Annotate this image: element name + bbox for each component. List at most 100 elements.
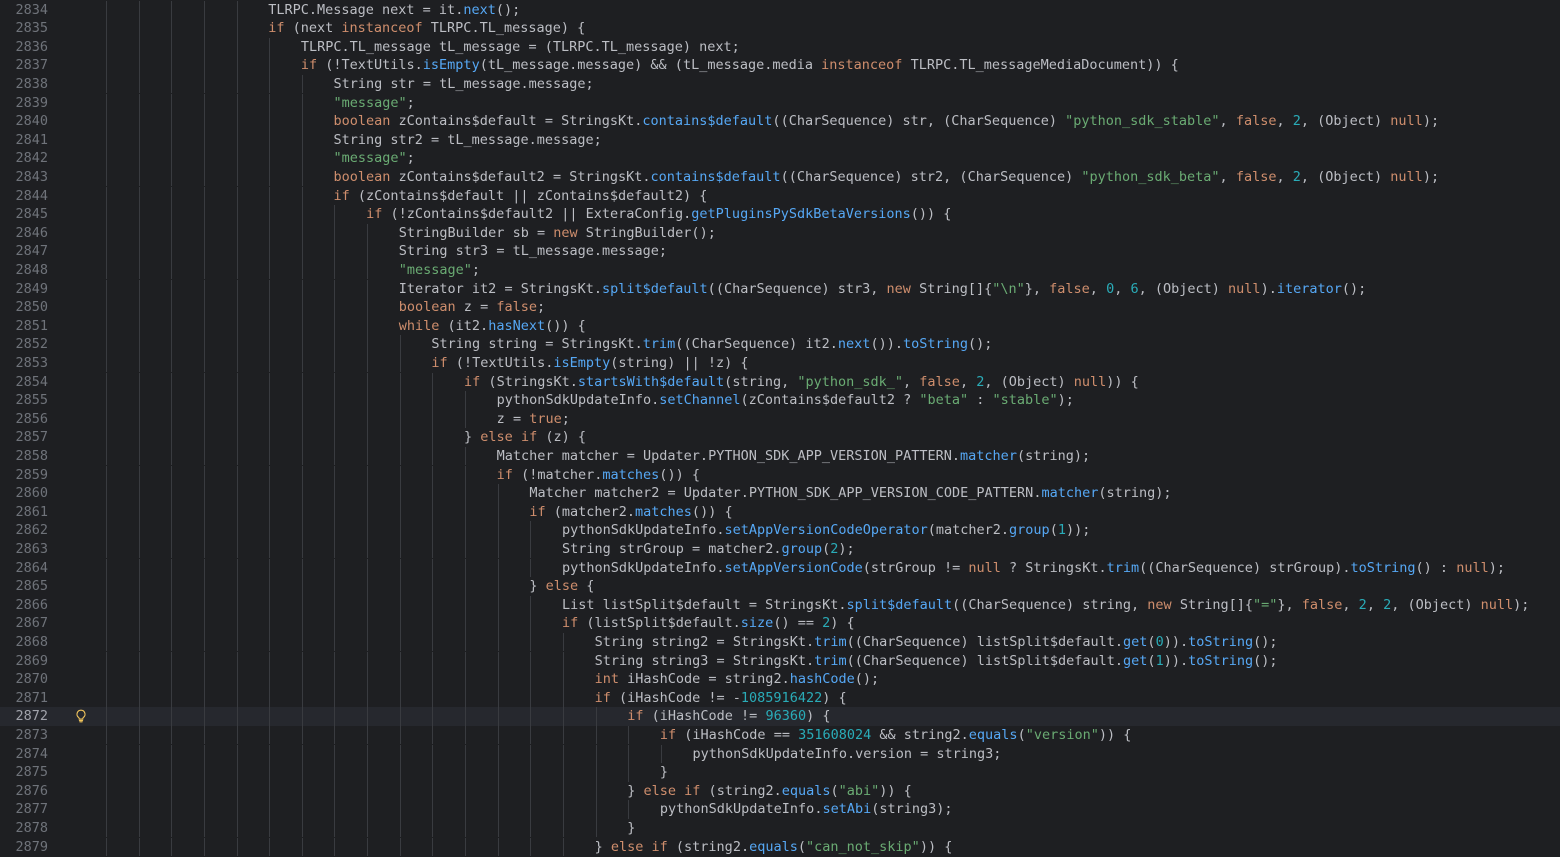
code-text[interactable]: } else if (string2.equals("can_not_skip"… [595, 838, 953, 857]
code-text[interactable]: boolean zContains$default = StringsKt.co… [333, 112, 1439, 131]
code-text[interactable]: if (StringsKt.startsWith$default(string,… [464, 373, 1139, 392]
code-text[interactable]: } else { [529, 577, 594, 596]
code-text[interactable]: z = true; [497, 410, 570, 429]
line-number[interactable]: 2842 [0, 149, 48, 168]
code-line[interactable]: 2855 pythonSdkUpdateInfo.setChannel(zCont… [0, 391, 1560, 410]
code-line[interactable]: 2854 if (StringsKt.startsWith$default(str… [0, 372, 1560, 392]
line-number[interactable]: 2848 [0, 261, 48, 280]
line-number[interactable]: 2840 [0, 112, 48, 131]
code-text[interactable]: String string3 = StringsKt.trim((CharSeq… [595, 652, 1278, 671]
code-line[interactable]: 2834 TLRPC.Message next = it.next(); [0, 0, 1560, 20]
line-number[interactable]: 2878 [0, 819, 48, 838]
line-number[interactable]: 2843 [0, 168, 48, 187]
code-line[interactable]: 2848 "message"; [0, 260, 1560, 280]
code-text[interactable]: if (listSplit$default.size() == 2) { [562, 614, 855, 633]
line-number[interactable]: 2856 [0, 410, 48, 429]
line-number[interactable]: 2870 [0, 670, 48, 689]
code-line[interactable]: 2861 if (matcher2.matches()) { [0, 502, 1560, 522]
code-text[interactable]: if (matcher2.matches()) { [529, 503, 732, 522]
code-line[interactable]: 2847 String str3 = tL_message.message; [0, 242, 1560, 261]
line-number[interactable]: 2836 [0, 38, 48, 57]
code-line[interactable]: 2836 TLRPC.TL_message tL_message = (TLRPC… [0, 37, 1560, 57]
code-line[interactable]: 2873 if (iHashCode == 351608024 && string… [0, 725, 1560, 745]
code-line[interactable]: 2846 StringBuilder sb = new StringBuilder… [0, 223, 1560, 243]
line-number[interactable]: 2855 [0, 391, 48, 410]
code-text[interactable]: } else if (z) { [464, 428, 586, 447]
code-text[interactable]: boolean z = false; [399, 298, 545, 317]
code-line[interactable]: 2863 String strGroup = matcher2.group(2); [0, 539, 1560, 559]
code-text[interactable]: Matcher matcher = Updater.PYTHON_SDK_APP… [497, 447, 1090, 466]
code-line[interactable]: 2876} else if (string2.equals("abi")) { [0, 781, 1560, 801]
code-text[interactable]: pythonSdkUpdateInfo.setChannel(zContains… [497, 391, 1074, 410]
line-number[interactable]: 2844 [0, 187, 48, 206]
line-number[interactable]: 2868 [0, 633, 48, 652]
code-line[interactable]: 2866 List listSplit$default = StringsKt.s… [0, 595, 1560, 615]
code-line[interactable]: 2837 if (!TextUtils.isEmpty(tL_message.me… [0, 56, 1560, 75]
line-number[interactable]: 2872 [0, 707, 48, 726]
code-line[interactable]: 2856 z = true; [0, 409, 1560, 429]
code-line[interactable]: 2872 if (iHashCode != 96360) { [0, 707, 1560, 726]
line-number[interactable]: 2871 [0, 689, 48, 708]
code-text[interactable]: String strGroup = matcher2.group(2); [562, 540, 855, 559]
code-text[interactable]: if (!zContains$default2 || ExteraConfig.… [366, 205, 951, 224]
lightbulb-icon[interactable] [74, 709, 88, 723]
line-number[interactable]: 2838 [0, 75, 48, 94]
line-number[interactable]: 2859 [0, 466, 48, 485]
line-number[interactable]: 2846 [0, 224, 48, 243]
code-line[interactable]: 2849 Iterator it2 = StringsKt.split$defau… [0, 279, 1560, 299]
line-number[interactable]: 2862 [0, 521, 48, 540]
code-text[interactable]: if (!TextUtils.isEmpty(string) || !z) { [431, 354, 748, 373]
code-line[interactable]: 2852 String string = StringsKt.trim((Char… [0, 335, 1560, 354]
line-number[interactable]: 2861 [0, 503, 48, 522]
line-number[interactable]: 2853 [0, 354, 48, 373]
line-number[interactable]: 2852 [0, 335, 48, 354]
code-line[interactable]: 2874 pythonSdkUpdateInfo.version = string… [0, 744, 1560, 764]
code-text[interactable]: Matcher matcher2 = Updater.PYTHON_SDK_AP… [529, 484, 1171, 503]
code-line[interactable]: 2869 String string3 = StringsKt.trim((Cha… [0, 651, 1560, 671]
code-line[interactable]: 2857} else if (z) { [0, 428, 1560, 447]
code-text[interactable]: List listSplit$default = StringsKt.split… [562, 596, 1529, 615]
line-number[interactable]: 2854 [0, 373, 48, 392]
code-text[interactable]: String string = StringsKt.trim((CharSequ… [431, 335, 992, 354]
line-number[interactable]: 2851 [0, 317, 48, 336]
code-text[interactable]: if (iHashCode != -1085916422) { [595, 689, 847, 708]
line-number[interactable]: 2864 [0, 559, 48, 578]
code-text[interactable]: pythonSdkUpdateInfo.setAppVersionCode(st… [562, 559, 1505, 578]
line-number[interactable]: 2877 [0, 800, 48, 819]
code-text[interactable]: pythonSdkUpdateInfo.version = string3; [693, 745, 1002, 764]
code-text[interactable]: } else if (string2.equals("abi")) { [627, 782, 912, 801]
line-number[interactable]: 2837 [0, 56, 48, 75]
code-text[interactable]: "message"; [333, 149, 414, 168]
code-text[interactable]: pythonSdkUpdateInfo.setAbi(string3); [660, 800, 953, 819]
code-text[interactable]: String str = tL_message.message; [333, 75, 593, 94]
code-line[interactable]: 2842 "message"; [0, 149, 1560, 168]
code-text[interactable]: if (iHashCode == 351608024 && string2.eq… [660, 726, 1132, 745]
code-line[interactable]: 2853 if (!TextUtils.isEmpty(string) || !z… [0, 353, 1560, 373]
code-line[interactable]: 2844 if (zContains$default || zContains$d… [0, 186, 1560, 206]
code-line[interactable]: 2879} else if (string2.equals("can_not_s… [0, 837, 1560, 857]
code-text[interactable]: if (next instanceof TLRPC.TL_message) { [268, 19, 585, 38]
code-line[interactable]: 2865 } else { [0, 577, 1560, 596]
code-line[interactable]: 2860 Matcher matcher2 = Updater.PYTHON_SD… [0, 484, 1560, 503]
line-number[interactable]: 2873 [0, 726, 48, 745]
line-number[interactable]: 2834 [0, 1, 48, 20]
code-line[interactable]: 2841 String str2 = tL_message.message; [0, 130, 1560, 150]
code-line[interactable]: 2851 while (it2.hasNext()) { [0, 316, 1560, 336]
line-number[interactable]: 2849 [0, 280, 48, 299]
code-text[interactable]: "message"; [333, 94, 414, 113]
line-number[interactable]: 2845 [0, 205, 48, 224]
line-number[interactable]: 2847 [0, 242, 48, 261]
code-text[interactable]: if (zContains$default || zContains$defau… [333, 187, 707, 206]
line-number[interactable]: 2874 [0, 745, 48, 764]
code-text[interactable]: pythonSdkUpdateInfo.setAppVersionCodeOpe… [562, 521, 1090, 540]
code-text[interactable]: "message"; [399, 261, 480, 280]
code-line[interactable]: 2877 pythonSdkUpdateInfo.setAbi(string3); [0, 800, 1560, 819]
code-line[interactable]: 2845 if (!zContains$default2 || ExteraCon… [0, 205, 1560, 224]
code-text[interactable]: boolean zContains$default2 = StringsKt.c… [333, 168, 1439, 187]
code-text[interactable]: int iHashCode = string2.hashCode(); [595, 670, 880, 689]
line-number[interactable]: 2865 [0, 577, 48, 596]
line-number[interactable]: 2860 [0, 484, 48, 503]
code-line[interactable]: 2867 if (listSplit$default.size() == 2) { [0, 614, 1560, 633]
line-number[interactable]: 2866 [0, 596, 48, 615]
code-line[interactable]: 2850 boolean z = false; [0, 298, 1560, 317]
